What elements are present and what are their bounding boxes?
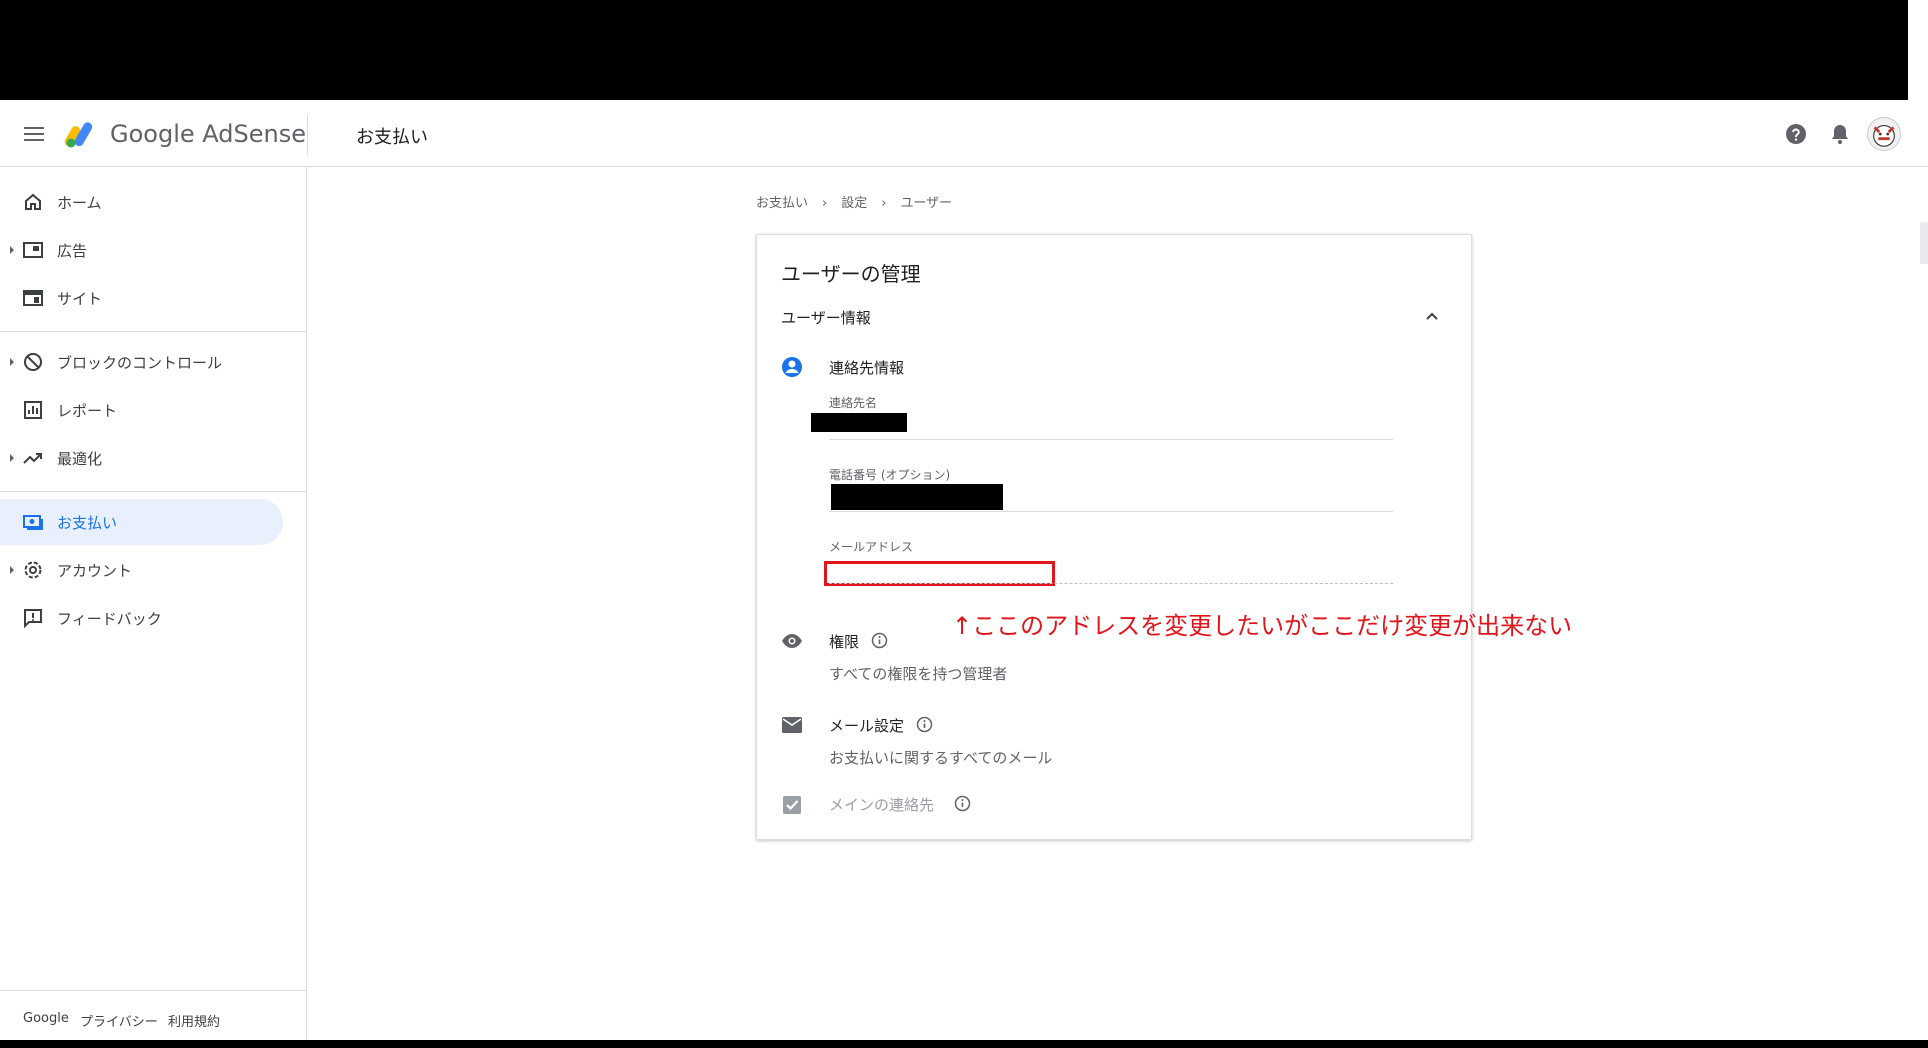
trending-icon [23, 453, 42, 464]
breadcrumb-settings[interactable]: 設定 [841, 196, 867, 211]
sidebar-item-optimization[interactable]: 最適化 [0, 435, 306, 481]
info-icon[interactable] [871, 632, 888, 649]
ads-icon [23, 242, 43, 258]
sidebar-item-label: お支払い [57, 514, 118, 532]
sidebar-item-ads[interactable]: 広告 [0, 227, 306, 273]
sidebar-item-block-controls[interactable]: ブロックのコントロール [0, 339, 306, 385]
sites-icon [23, 290, 43, 306]
sidebar-item-account[interactable]: アカウント [0, 547, 306, 593]
adsense-logo-icon [64, 122, 93, 148]
expand-arrow-icon [10, 566, 14, 574]
feedback-icon [24, 609, 42, 629]
sidebar-item-label: ホーム [57, 194, 102, 212]
window-edge [1908, 0, 1928, 100]
user-info-section-header[interactable]: ユーザー情報 [781, 307, 871, 328]
contact-name-underline [829, 439, 1393, 440]
chevron-up-icon[interactable] [1425, 309, 1439, 323]
sidebar-item-label: アカウント [57, 562, 133, 580]
sidebar-item-feedback[interactable]: フィードバック [0, 595, 306, 641]
menu-icon[interactable] [22, 123, 46, 145]
expand-arrow-icon [10, 246, 14, 254]
reports-icon [24, 401, 42, 419]
phone-redacted-value[interactable] [831, 484, 1003, 510]
breadcrumb-separator: › [822, 196, 828, 211]
sidebar-item-label: サイト [57, 290, 103, 308]
help-icon[interactable] [1784, 122, 1808, 146]
sidebar: ホーム 広告 サイト ブロックのコントロール レポート 最適化 お支払い アカウ… [0, 167, 307, 1040]
permissions-value: すべての権限を持つ管理者 [829, 665, 1008, 683]
sidebar-item-label: 最適化 [57, 450, 103, 468]
expand-arrow-icon [10, 454, 14, 462]
phone-label: 電話番号 (オプション) [829, 468, 951, 482]
contact-info-label: 連絡先情報 [829, 359, 905, 377]
info-icon[interactable] [916, 716, 933, 733]
bell-icon[interactable] [1828, 122, 1852, 146]
contact-name-label: 連絡先名 [829, 396, 878, 410]
sidebar-divider [0, 491, 306, 492]
sidebar-item-label: ブロックのコントロール [57, 354, 223, 372]
home-icon [25, 193, 41, 210]
sidebar-item-sites[interactable]: サイト [0, 275, 306, 321]
app-header: Google AdSense お支払い [0, 101, 1928, 167]
annotation-text: ↑ここのアドレスを変更したいがここだけ変更が出来ない [952, 612, 1573, 640]
breadcrumb: お支払い › 設定 › ユーザー [756, 192, 952, 211]
sidebar-item-label: フィードバック [57, 610, 162, 628]
permissions-label: 権限 [829, 633, 860, 651]
sidebar-divider [0, 331, 306, 332]
sidebar-footer: Google プライバシー 利用規約 [0, 990, 306, 1041]
avatar-icon[interactable] [1867, 117, 1901, 151]
sidebar-item-reports[interactable]: レポート [0, 387, 306, 433]
google-link[interactable]: Google [23, 1011, 69, 1026]
scrollbar-thumb[interactable] [1920, 222, 1928, 264]
eye-icon [782, 634, 802, 648]
breadcrumb-users: ユーザー [900, 196, 953, 211]
breadcrumb-separator: › [881, 196, 887, 211]
account-circle-icon [782, 357, 802, 377]
breadcrumb-payments[interactable]: お支払い [756, 196, 808, 211]
terms-link[interactable]: 利用規約 [168, 1011, 220, 1030]
checkbox-checked-icon[interactable] [781, 794, 803, 816]
privacy-link[interactable]: プライバシー [80, 1011, 158, 1030]
page-title: お支払い [356, 127, 428, 148]
primary-contact-label: メインの連絡先 [829, 796, 935, 814]
mail-icon [782, 717, 802, 733]
email-underline [829, 583, 1393, 585]
header-divider [307, 115, 308, 155]
block-icon [24, 353, 42, 371]
gear-icon [24, 561, 42, 579]
brand-name: Google AdSense [110, 120, 306, 148]
info-icon[interactable] [954, 795, 971, 812]
card-title: ユーザーの管理 [781, 262, 921, 286]
mail-settings-label: メール設定 [829, 717, 905, 735]
contact-name-redacted-value[interactable] [811, 413, 907, 432]
phone-underline [829, 511, 1393, 512]
redacted-top-bar [0, 0, 1908, 100]
payments-icon [23, 515, 43, 530]
sidebar-item-label: レポート [57, 402, 118, 420]
sidebar-item-payments[interactable]: お支払い [0, 499, 283, 545]
sidebar-item-home[interactable]: ホーム [0, 179, 306, 225]
expand-arrow-icon [10, 358, 14, 366]
taskbar-strip [0, 1040, 1928, 1048]
user-management-card: ユーザーの管理 ユーザー情報 連絡先情報 連絡先名 電話番号 (オプション) メ… [756, 234, 1472, 840]
mail-settings-value: お支払いに関するすべてのメール [829, 749, 1053, 767]
sidebar-item-label: 広告 [57, 242, 88, 260]
email-label: メールアドレス [829, 540, 914, 554]
